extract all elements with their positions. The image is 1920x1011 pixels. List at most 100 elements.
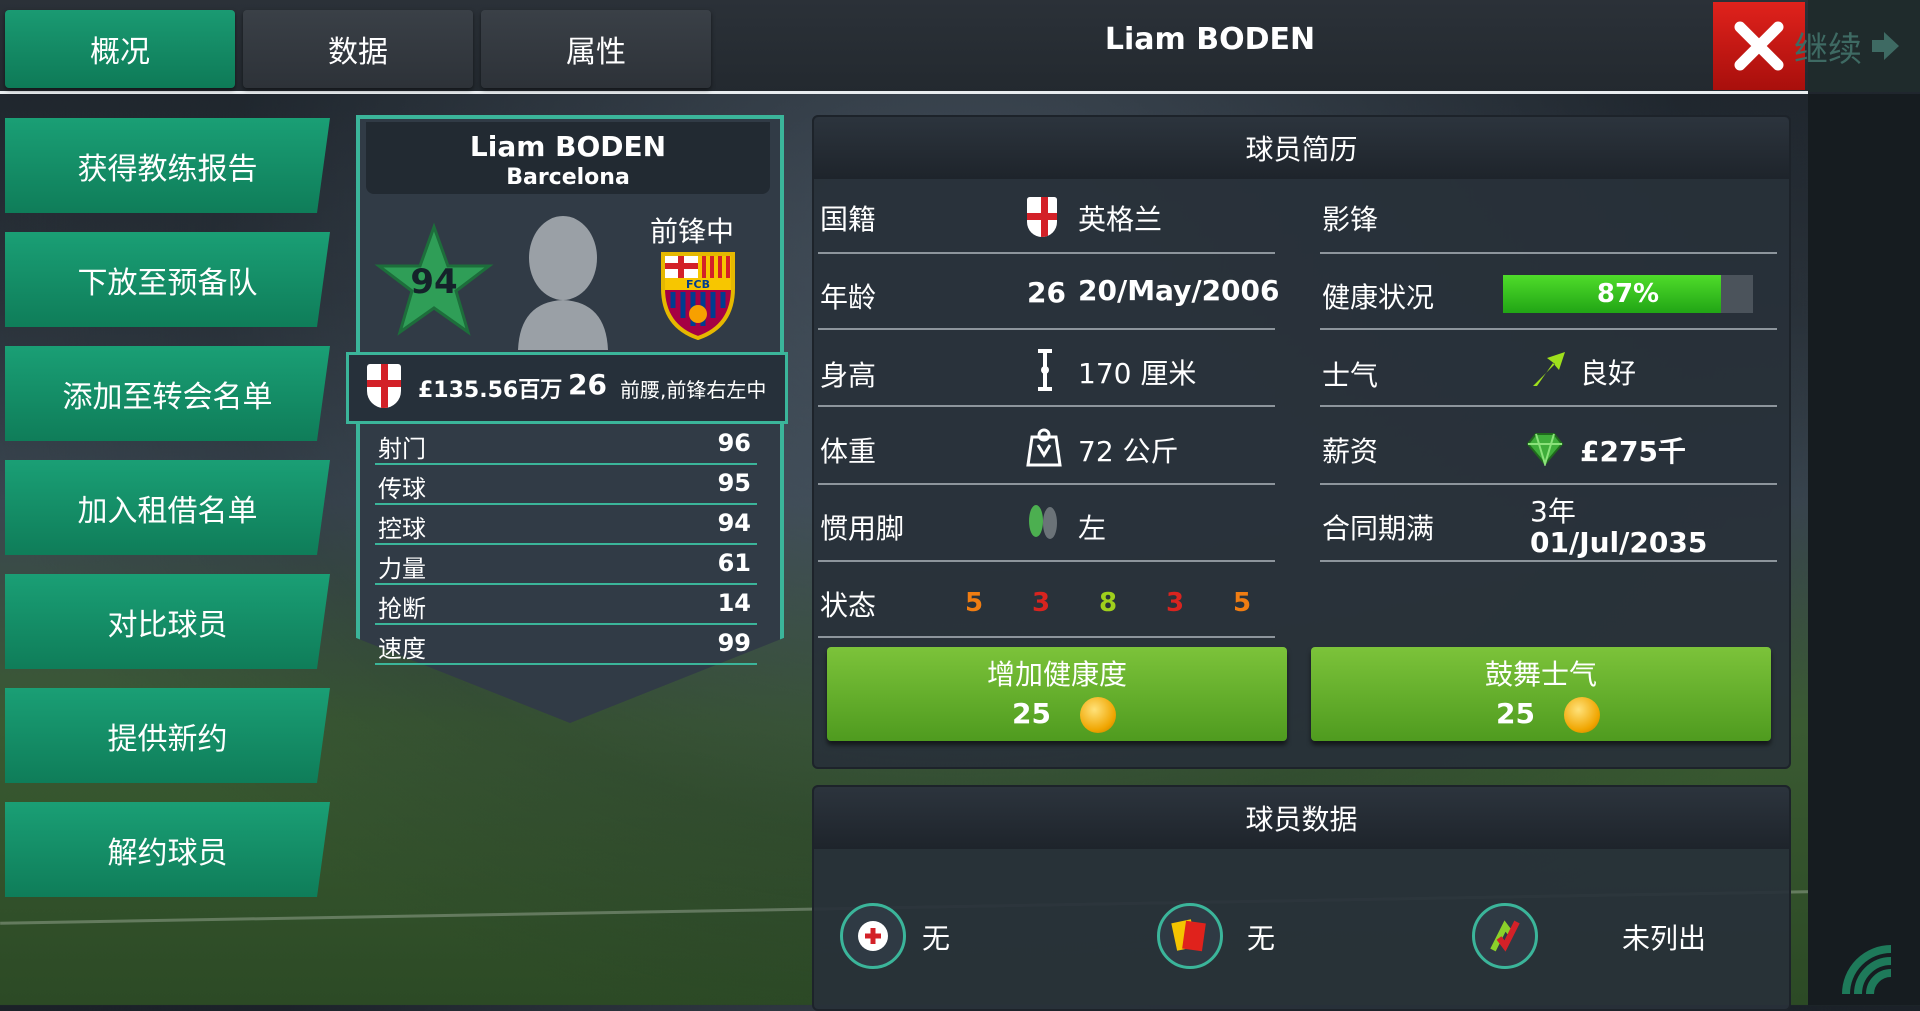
- injury-status-icon: [840, 903, 906, 969]
- row-divider: [1320, 252, 1777, 254]
- page-title: Liam BODEN: [1104, 22, 1316, 57]
- continue-button[interactable]: 继续: [1794, 0, 1920, 92]
- form-value: 3: [1166, 588, 1185, 618]
- player-rating: 94: [410, 262, 458, 302]
- market-value: £135.56百万: [418, 378, 563, 403]
- form-value: 3: [1032, 588, 1051, 618]
- demote-reserves-button[interactable]: 下放至预备队: [5, 232, 330, 327]
- profile-panel-title: 球员简历: [814, 117, 1789, 179]
- row-divider: [1320, 405, 1777, 407]
- row-divider: [818, 636, 1275, 638]
- fitness-label: 健康状况: [1322, 281, 1435, 314]
- player-stats-panel: 球员数据: [812, 785, 1791, 1011]
- club-badge-text: FCB: [686, 278, 710, 291]
- weight-label: 体重: [820, 435, 877, 468]
- boost-morale-label: 鼓舞士气: [1484, 658, 1597, 691]
- england-flag-icon: [367, 364, 401, 408]
- arrow-right-icon: [1872, 32, 1899, 60]
- footprint-icon: [1029, 505, 1057, 539]
- offer-contract-button[interactable]: 提供新约: [5, 688, 330, 783]
- card-player-name: Liam BODEN: [469, 130, 667, 163]
- top-bar-divider: [0, 91, 1808, 94]
- form-value: 8: [1099, 588, 1118, 618]
- wage-value: £275千: [1580, 435, 1686, 468]
- form-value: 5: [1233, 588, 1252, 618]
- fitness-bar: 87%: [1503, 275, 1753, 313]
- player-silhouette-icon: [518, 216, 608, 350]
- money-gem-icon: [1526, 433, 1564, 466]
- attribute-name: 射门: [378, 435, 426, 463]
- row-divider: [1320, 483, 1777, 485]
- form-value: 5: [965, 588, 984, 618]
- coach-report-button[interactable]: 获得教练报告: [5, 118, 330, 213]
- row-divider: [818, 328, 1275, 330]
- close-button[interactable]: [1713, 2, 1805, 90]
- card-age: 26: [568, 368, 607, 401]
- row-divider: [818, 405, 1275, 407]
- attribute-value: 96: [717, 429, 751, 457]
- compare-player-button[interactable]: 对比球员: [5, 574, 330, 669]
- nationality-flag-icon: [1027, 197, 1057, 237]
- tab-attributes[interactable]: 属性: [481, 10, 711, 88]
- tab-overview[interactable]: 概况: [5, 10, 235, 88]
- height-label: 身高: [820, 359, 877, 392]
- card-club-name: Barcelona: [506, 165, 630, 190]
- attribute-value: 61: [717, 549, 751, 577]
- age-label: 年龄: [820, 281, 877, 314]
- fitness-value: 87%: [1596, 279, 1660, 309]
- nationality-label: 国籍: [820, 203, 877, 236]
- morale-value: 良好: [1580, 357, 1637, 390]
- loan-list-button[interactable]: 加入租借名单: [5, 460, 330, 555]
- attribute-value: 99: [717, 629, 751, 657]
- morale-arrow-icon: [1533, 352, 1565, 386]
- signal-icon: [1842, 945, 1892, 995]
- attribute-name: 力量: [378, 555, 426, 583]
- injury-value: 无: [922, 922, 951, 955]
- attribute-name: 传球: [378, 475, 426, 503]
- continue-label: 继续: [1794, 29, 1862, 70]
- form-label: 状态: [820, 589, 877, 622]
- wage-label: 薪资: [1322, 435, 1379, 468]
- attribute-value: 95: [717, 469, 751, 497]
- role-value: 影锋: [1322, 203, 1379, 236]
- side-strip: [1808, 94, 1920, 1005]
- contract-label: 合同期满: [1322, 512, 1435, 545]
- attribute-value: 14: [717, 589, 751, 617]
- row-divider: [1320, 560, 1777, 562]
- row-divider: [818, 560, 1275, 562]
- coin-icon: [1564, 697, 1600, 733]
- height-value: 170 厘米: [1078, 357, 1197, 390]
- weight-icon: [1026, 428, 1062, 467]
- row-divider: [818, 483, 1275, 485]
- morale-label: 士气: [1322, 359, 1379, 392]
- coin-icon: [1080, 697, 1116, 733]
- contract-years: 3年: [1530, 495, 1576, 528]
- nationality-value: 英格兰: [1078, 203, 1163, 236]
- attribute-name: 控球: [378, 515, 426, 543]
- release-player-button[interactable]: 解约球员: [5, 802, 330, 897]
- contract-end-date: 01/Jul/2035: [1530, 526, 1708, 559]
- attribute-row: 速度 99: [375, 625, 757, 665]
- attribute-row: 传球 95: [375, 465, 757, 505]
- attribute-row: 控球 94: [375, 505, 757, 545]
- boost-fitness-cost: 25: [1012, 697, 1051, 730]
- row-divider: [818, 252, 1275, 254]
- boost-fitness-label: 增加健康度: [986, 658, 1127, 691]
- boost-fitness-button[interactable]: 增加健康度 25: [827, 647, 1287, 741]
- attribute-value: 94: [717, 509, 751, 537]
- tab-data[interactable]: 数据: [243, 10, 473, 88]
- card-position: 前锋中: [650, 215, 735, 248]
- foot-value: 左: [1078, 512, 1107, 545]
- age-value: 26: [1027, 276, 1066, 309]
- boost-morale-button[interactable]: 鼓舞士气 25: [1311, 647, 1771, 741]
- cards-value: 无: [1247, 922, 1276, 955]
- boost-morale-cost: 25: [1496, 697, 1535, 730]
- height-icon: [1038, 349, 1052, 391]
- club-badge-icon: FCB: [661, 252, 735, 340]
- card-header: Liam BODEN Barcelona: [366, 122, 770, 194]
- attribute-name: 抢断: [378, 595, 426, 623]
- row-divider: [1320, 328, 1777, 330]
- attribute-row: 力量 61: [375, 545, 757, 585]
- attribute-name: 速度: [378, 635, 426, 663]
- transfer-list-button[interactable]: 添加至转会名单: [5, 346, 330, 441]
